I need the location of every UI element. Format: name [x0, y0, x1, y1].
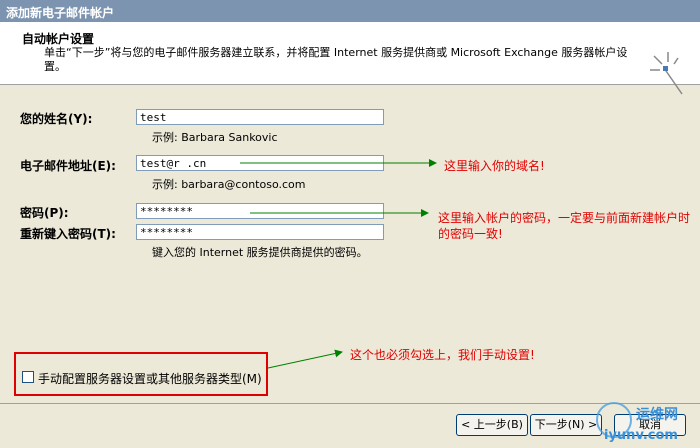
watermark-site: iyunv.com	[604, 428, 678, 443]
button-separator	[0, 403, 700, 404]
next-button[interactable]: 下一步(N) >	[530, 414, 602, 436]
annotation-arrows	[240, 159, 437, 369]
back-button[interactable]: < 上一步(B)	[456, 414, 528, 436]
arrow-to-manual	[267, 349, 343, 369]
watermark-name: 运维网	[636, 407, 678, 423]
